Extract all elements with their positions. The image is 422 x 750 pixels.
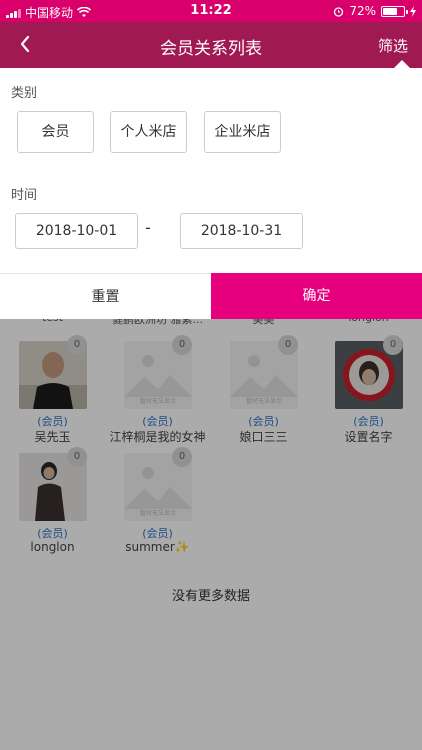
charging-icon: [410, 5, 416, 17]
date-separator: -: [145, 218, 151, 237]
category-label: 类别: [11, 86, 38, 101]
reset-button[interactable]: 重置: [0, 273, 211, 319]
category-chip-enterprise-store[interactable]: 企业米店: [204, 111, 281, 153]
end-date-field[interactable]: 2018-10-31: [180, 213, 303, 249]
battery-percent: 72%: [349, 4, 376, 18]
confirm-button[interactable]: 确定: [211, 273, 422, 319]
category-chip-member[interactable]: 会员: [17, 111, 94, 153]
dropdown-pointer: [394, 60, 410, 68]
battery-icon: [381, 5, 408, 17]
nav-bar: 会员关系列表 筛选: [0, 22, 422, 68]
filter-button[interactable]: 筛选: [378, 35, 408, 56]
page-title: 会员关系列表: [160, 39, 262, 59]
alarm-icon: [334, 6, 344, 17]
status-bar: 中国移动 11:22 72%: [0, 0, 422, 22]
category-chip-personal-store[interactable]: 个人米店: [110, 111, 187, 153]
filter-panel: 类别 会员 个人米店 企业米店 时间 2018-10-01 - 2018-10-…: [0, 68, 422, 319]
time-label: 时间: [11, 188, 38, 203]
start-date-field[interactable]: 2018-10-01: [15, 213, 138, 249]
